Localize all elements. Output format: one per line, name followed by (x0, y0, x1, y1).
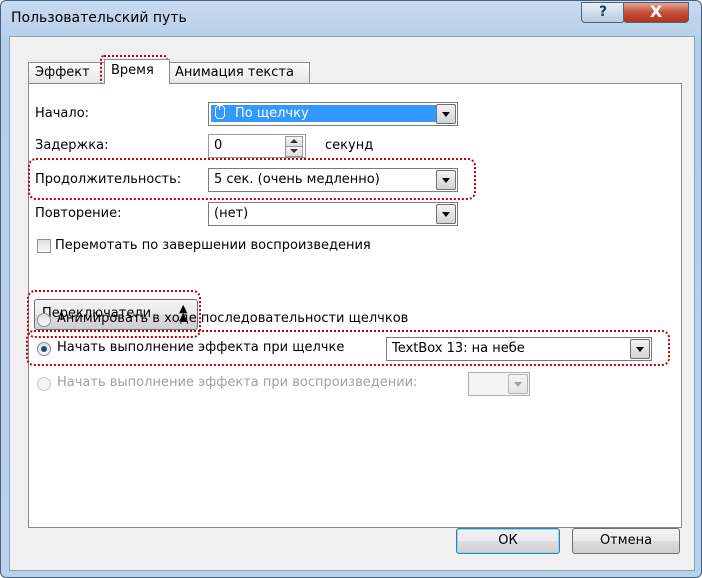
repeat-value: (нет) (214, 206, 249, 221)
repeat-label: Повторение: (35, 206, 122, 221)
dialog-client-area: Эффект Время Анимация текста Начало: По … (9, 36, 695, 571)
tab-effect[interactable]: Эффект (28, 62, 105, 83)
start-value: По щелчку (211, 105, 437, 122)
ok-button[interactable]: ОК (456, 528, 560, 554)
start-label: Начало: (35, 106, 90, 121)
mouse-icon (215, 105, 225, 119)
title-bar[interactable]: Пользовательский путь ? X (1, 1, 701, 37)
delay-spinner[interactable]: 0 (208, 134, 306, 158)
spin-down-icon[interactable] (285, 146, 303, 157)
tab-text-animation[interactable]: Анимация текста (168, 62, 310, 83)
chevron-down-icon[interactable] (508, 374, 528, 394)
animate-sequence-label[interactable]: Анимировать в ходе последовательности ще… (57, 311, 408, 326)
delay-unit-label: секунд (325, 138, 374, 153)
close-icon: X (649, 2, 663, 21)
delay-stepper[interactable] (285, 135, 303, 157)
duration-highlight (28, 158, 476, 200)
help-icon: ? (598, 4, 608, 20)
chevron-down-icon[interactable] (436, 204, 456, 224)
chevron-down-icon[interactable] (436, 104, 456, 124)
start-on-click-highlight (26, 330, 670, 366)
rewind-checkbox[interactable] (37, 239, 51, 253)
start-on-play-label[interactable]: Начать выполнение эффекта при воспроизве… (57, 375, 418, 390)
radio-animate-sequence[interactable] (37, 313, 51, 327)
dialog-window: Пользовательский путь ? X Эффект Время А… (0, 0, 702, 578)
dialog-title: Пользовательский путь (11, 10, 187, 26)
bookmark-combo[interactable] (468, 372, 530, 396)
close-button[interactable]: X (623, 2, 689, 23)
delay-label: Задержка: (35, 138, 109, 153)
repeat-combo[interactable]: (нет) (208, 202, 458, 226)
start-combo[interactable]: По щелчку (208, 102, 458, 126)
delay-input[interactable]: 0 (214, 138, 222, 153)
tab-timing[interactable]: Время (104, 59, 170, 84)
help-button[interactable]: ? (581, 2, 625, 23)
start-value-text: По щелчку (235, 106, 309, 121)
cancel-button[interactable]: Отмена (572, 528, 680, 554)
radio-start-on-play[interactable] (37, 377, 51, 391)
rewind-label[interactable]: Перемотать по завершении воспроизведения (55, 238, 371, 253)
